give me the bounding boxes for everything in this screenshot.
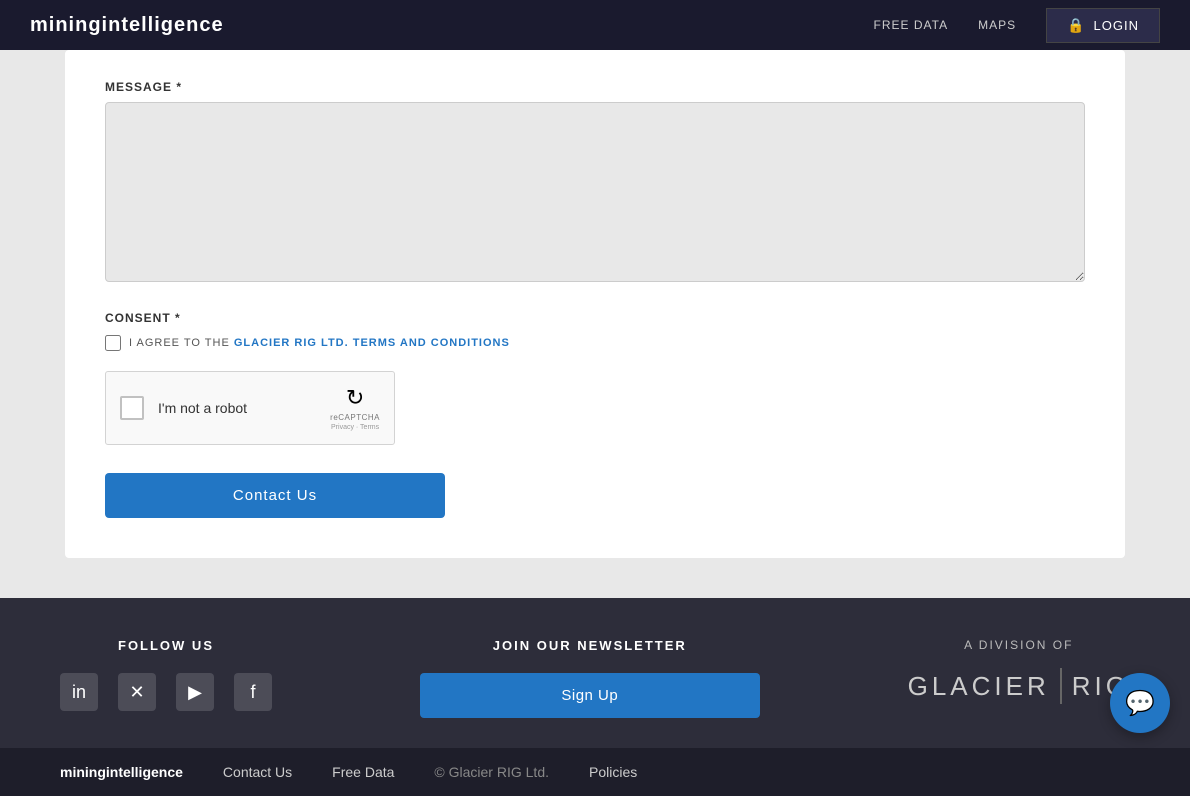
site-logo: miningintelligence bbox=[30, 14, 224, 37]
logo-divider bbox=[1060, 668, 1062, 704]
required-marker: * bbox=[176, 80, 182, 94]
login-label: LOGIN bbox=[1094, 18, 1139, 33]
logo-prefix: mining bbox=[30, 14, 102, 36]
recaptcha-brand: reCAPTCHA bbox=[330, 413, 380, 422]
footer-bottom: miningintelligence Contact Us Free Data … bbox=[0, 748, 1190, 796]
newsletter-heading: JOIN OUR NEWSLETTER bbox=[493, 638, 687, 653]
signup-button[interactable]: Sign Up bbox=[420, 673, 760, 718]
login-button[interactable]: 🔒 LOGIN bbox=[1046, 8, 1160, 43]
recaptcha-label: I'm not a robot bbox=[158, 400, 247, 416]
youtube-icon[interactable]: ▶ bbox=[176, 673, 214, 711]
footer-logo-bold: intelligence bbox=[106, 764, 183, 780]
contact-us-button[interactable]: Contact Us bbox=[105, 473, 445, 518]
consent-required: * bbox=[175, 311, 181, 325]
recaptcha-terms: Privacy · Terms bbox=[331, 424, 379, 431]
division-section: A DIVISION OF GLACIER RIG bbox=[908, 638, 1130, 704]
message-label-text: MESSAGE bbox=[105, 80, 172, 94]
twitter-icon[interactable]: ✕ bbox=[118, 673, 156, 711]
consent-label: Consent * bbox=[105, 311, 1085, 325]
footer-free-data[interactable]: Free Data bbox=[332, 764, 394, 780]
consent-text: I AGREE TO THE GLACIER RIG LTD. TERMS AN… bbox=[129, 337, 510, 349]
revain-chat-widget[interactable]: 💬 bbox=[1110, 673, 1170, 733]
recaptcha-checkbox[interactable] bbox=[120, 396, 144, 420]
logo-bold: intelligence bbox=[102, 14, 224, 36]
glacier-rig-logo: GLACIER RIG bbox=[908, 668, 1130, 704]
follow-us-section: FOLLOW US in ✕ ▶ f bbox=[60, 638, 272, 711]
main-nav: FREE DATA MAPS 🔒 LOGIN bbox=[874, 8, 1160, 43]
footer-bottom-logo: miningintelligence bbox=[60, 764, 183, 780]
glacier-text: GLACIER bbox=[908, 671, 1050, 702]
footer-copyright: © Glacier RIG Ltd. bbox=[434, 764, 549, 780]
social-icons-row: in ✕ ▶ f bbox=[60, 673, 272, 711]
nav-maps[interactable]: MAPS bbox=[978, 18, 1016, 32]
recaptcha-logo-area: ↻ reCAPTCHA Privacy · Terms bbox=[330, 385, 380, 431]
main-content: MESSAGE * Consent * I AGREE TO THE GLACI… bbox=[0, 50, 1190, 598]
recaptcha-widget[interactable]: I'm not a robot ↻ reCAPTCHA Privacy · Te… bbox=[105, 371, 395, 445]
consent-section: Consent * I AGREE TO THE GLACIER RIG LTD… bbox=[105, 311, 1085, 518]
consent-label-text: Consent bbox=[105, 311, 171, 325]
site-footer: FOLLOW US in ✕ ▶ f JOIN OUR NEWSLETTER S… bbox=[0, 598, 1190, 796]
footer-contact-us[interactable]: Contact Us bbox=[223, 764, 292, 780]
consent-row: I AGREE TO THE GLACIER RIG LTD. TERMS AN… bbox=[105, 335, 1085, 351]
nav-free-data[interactable]: FREE DATA bbox=[874, 18, 949, 32]
consent-prefix: I AGREE TO THE bbox=[129, 337, 230, 349]
division-label: A DIVISION OF bbox=[964, 638, 1073, 652]
footer-top: FOLLOW US in ✕ ▶ f JOIN OUR NEWSLETTER S… bbox=[60, 638, 1130, 718]
facebook-icon[interactable]: f bbox=[234, 673, 272, 711]
message-label: MESSAGE * bbox=[105, 80, 1085, 94]
follow-us-heading: FOLLOW US bbox=[118, 638, 214, 653]
site-header: miningintelligence FREE DATA MAPS 🔒 LOGI… bbox=[0, 0, 1190, 50]
lock-icon: 🔒 bbox=[1067, 17, 1085, 34]
consent-checkbox[interactable] bbox=[105, 335, 121, 351]
terms-link[interactable]: GLACIER RIG LTD. TERMS AND CONDITIONS bbox=[234, 337, 510, 349]
revain-icon: 💬 bbox=[1125, 689, 1155, 718]
contact-form-card: MESSAGE * Consent * I AGREE TO THE GLACI… bbox=[65, 50, 1125, 558]
newsletter-section: JOIN OUR NEWSLETTER Sign Up bbox=[420, 638, 760, 718]
recaptcha-logo-icon: ↻ bbox=[346, 385, 364, 411]
linkedin-icon[interactable]: in bbox=[60, 673, 98, 711]
footer-policies[interactable]: Policies bbox=[589, 764, 637, 780]
message-input[interactable] bbox=[105, 102, 1085, 282]
footer-logo-prefix: mining bbox=[60, 764, 106, 780]
